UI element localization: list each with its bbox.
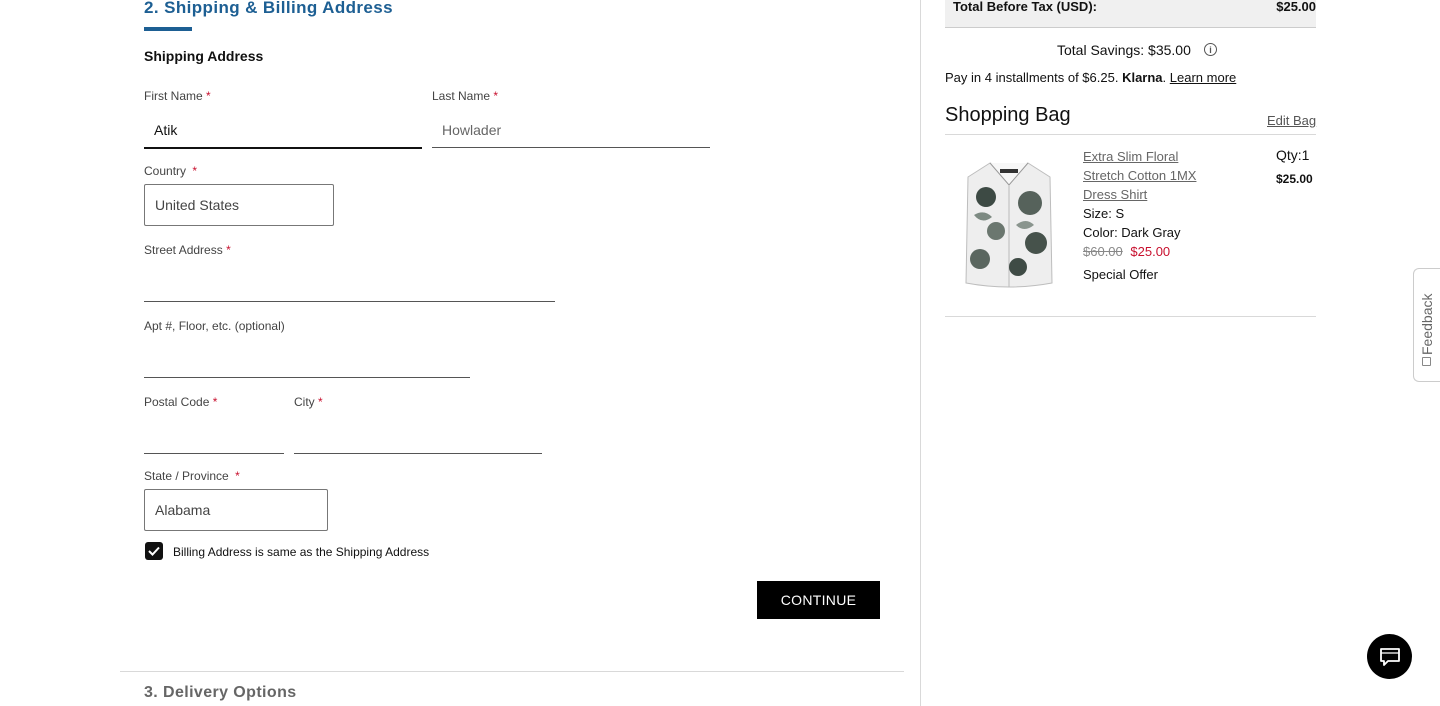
first-name-input[interactable] — [144, 112, 422, 149]
street-label: Street Address * — [144, 243, 231, 257]
apt-input[interactable] — [144, 342, 470, 378]
required-mark: * — [226, 243, 231, 257]
country-label-text: Country — [144, 164, 187, 178]
first-name-label-text: First Name — [144, 89, 203, 103]
postal-code-label-text: Postal Code — [144, 395, 210, 409]
shopping-bag-title: Shopping Bag — [945, 104, 1071, 126]
apt-label: Apt #, Floor, etc. (optional) — [144, 319, 285, 333]
postal-code-label: Postal Code * — [144, 395, 217, 409]
feedback-icon — [1422, 357, 1431, 366]
continue-button[interactable]: CONTINUE — [757, 581, 880, 619]
learn-more-link[interactable]: Learn more — [1170, 70, 1236, 85]
bag-divider — [945, 134, 1316, 135]
edit-bag-link[interactable]: Edit Bag — [1267, 113, 1316, 128]
first-name-label: First Name * — [144, 89, 211, 103]
total-before-tax-value: $25.00 — [1276, 0, 1316, 14]
total-before-tax-bar: Total Before Tax (USD): $25.00 — [945, 0, 1316, 28]
shipping-subtitle: Shipping Address — [144, 48, 264, 64]
chat-button[interactable] — [1367, 634, 1412, 679]
street-address-input[interactable] — [144, 266, 555, 302]
required-mark: * — [235, 469, 240, 483]
country-select[interactable]: United States — [144, 184, 334, 226]
product-color: Color: Dark Gray — [1083, 225, 1181, 240]
city-label: City * — [294, 395, 323, 409]
item-price: $25.00 — [1276, 172, 1313, 186]
item-quantity: Qty:1 — [1276, 147, 1310, 163]
city-label-text: City — [294, 395, 315, 409]
section-underline — [144, 27, 192, 31]
product-image[interactable] — [960, 155, 1058, 293]
last-name-input[interactable] — [432, 112, 710, 148]
klarna-period: . — [1162, 70, 1167, 85]
country-label: Country * — [144, 164, 197, 178]
last-name-label-text: Last Name — [432, 89, 491, 103]
chat-icon — [1379, 647, 1400, 666]
column-divider — [920, 0, 921, 706]
required-mark: * — [212, 395, 218, 409]
checkout-main: 2. Shipping & Billing Address Shipping A… — [0, 0, 920, 706]
section-title: 2. Shipping & Billing Address — [144, 0, 393, 17]
postal-code-input[interactable] — [144, 418, 284, 454]
street-label-text: Street Address — [144, 243, 223, 257]
billing-same-checkbox[interactable] — [145, 542, 163, 560]
required-mark: * — [206, 89, 211, 103]
sale-price: $25.00 — [1130, 244, 1171, 259]
state-select[interactable]: Alabama — [144, 489, 328, 531]
bag-divider-bottom — [945, 316, 1316, 317]
klarna-text: Pay in 4 installments of $6.25. — [945, 70, 1119, 85]
klarna-installments: Pay in 4 installments of $6.25. Klarna. … — [945, 70, 1236, 85]
required-mark: * — [493, 89, 499, 103]
city-input[interactable] — [294, 418, 542, 454]
state-label-text: State / Province — [144, 469, 229, 483]
checkmark-icon — [148, 546, 160, 556]
delivery-options-title[interactable]: 3. Delivery Options — [144, 684, 297, 702]
required-mark: * — [318, 395, 323, 409]
klarna-logo: Klarna — [1122, 70, 1163, 85]
section-divider — [120, 671, 904, 672]
product-size: Size: S — [1083, 206, 1125, 221]
product-price-row: $60.00 $25.00 — [1083, 244, 1170, 259]
feedback-label[interactable]: Feedback — [1419, 294, 1435, 355]
info-icon[interactable]: i — [1204, 43, 1217, 56]
product-name-link[interactable]: Extra Slim Floral Stretch Cotton 1MX Dre… — [1083, 147, 1223, 204]
last-name-label: Last Name * — [432, 89, 498, 103]
required-mark: * — [192, 164, 198, 178]
original-price: $60.00 — [1083, 244, 1123, 259]
total-before-tax-label: Total Before Tax (USD): — [953, 0, 1097, 14]
billing-same-label[interactable]: Billing Address is same as the Shipping … — [173, 545, 429, 559]
total-savings: Total Savings: $35.00 — [1057, 42, 1191, 58]
special-offer: Special Offer — [1083, 267, 1158, 282]
state-label: State / Province * — [144, 469, 240, 483]
